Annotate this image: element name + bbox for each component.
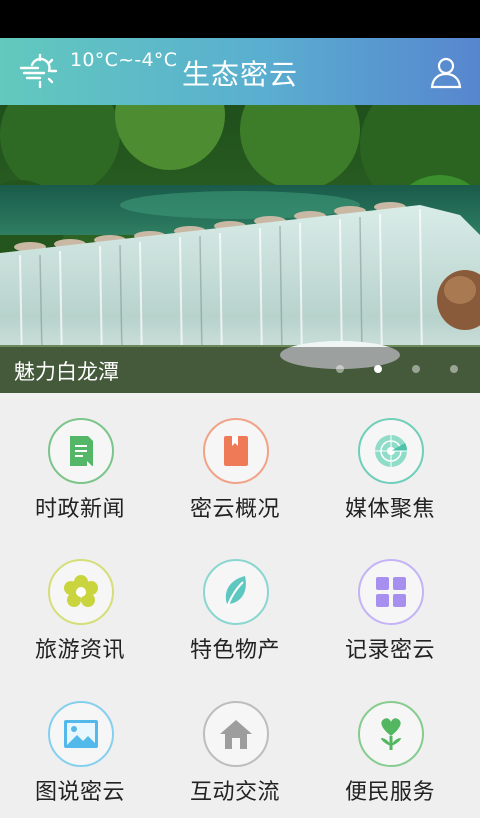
plant-heart-icon <box>381 718 401 750</box>
user-icon[interactable] <box>428 54 464 90</box>
menu-label: 密云概况 <box>189 497 280 522</box>
radar-icon <box>375 435 408 467</box>
menu-label: 旅游资讯 <box>34 638 125 663</box>
menu-label: 便民服务 <box>344 780 435 805</box>
menu-label: 时政新闻 <box>34 497 125 522</box>
menu-item-travel-info[interactable]: 旅游资讯 <box>0 534 160 676</box>
menu-icon-circle <box>203 418 269 484</box>
menu-label: 互动交流 <box>189 780 280 805</box>
menu-label: 图说密云 <box>34 780 125 805</box>
menu-icon-circle <box>203 701 269 767</box>
menu-label: 记录密云 <box>344 638 435 663</box>
book-icon <box>224 436 248 466</box>
menu-icon-circle <box>48 418 114 484</box>
menu-item-record-miyun[interactable]: 记录密云 <box>310 534 470 676</box>
menu-item-media-focus[interactable]: 媒体聚焦 <box>310 393 470 535</box>
menu-icon-circle <box>48 701 114 767</box>
menu-label: 媒体聚焦 <box>344 497 435 522</box>
banner-carousel[interactable]: 魅力白龙潭 <box>0 105 480 393</box>
menu-item-public-service[interactable]: 便民服务 <box>310 676 470 818</box>
menu-item-local-products[interactable]: 特色物产 <box>155 534 315 676</box>
menu-item-miyun-overview[interactable]: 密云概况 <box>155 393 315 535</box>
menu-icon-circle <box>358 559 424 625</box>
menu-grid: 时政新闻 密云概况 媒体聚焦 旅游资讯 特色物产 记录密云 图说密云 互动交流 … <box>0 393 480 805</box>
page-title: 生态密云 <box>181 58 298 91</box>
menu-item-politics-news[interactable]: 时政新闻 <box>0 393 160 535</box>
menu-icon-circle <box>48 559 114 625</box>
menu-icon-circle <box>203 559 269 625</box>
carousel-indicator <box>336 365 458 373</box>
banner-caption-bar: 魅力白龙潭 <box>0 347 480 393</box>
menu-label: 特色物产 <box>189 638 280 663</box>
grid-icon <box>376 577 406 607</box>
menu-item-picture-miyun[interactable]: 图说密云 <box>0 676 160 818</box>
status-bar <box>0 0 480 38</box>
banner-caption: 魅力白龙潭 <box>14 360 119 384</box>
home-icon <box>220 720 252 749</box>
app-header: 10°C~-4°C 生态密云 <box>0 38 480 105</box>
leaf-icon <box>225 576 246 609</box>
menu-icon-circle <box>358 701 424 767</box>
carousel-dot[interactable] <box>336 365 344 373</box>
carousel-dot[interactable] <box>450 365 458 373</box>
menu-icon-circle <box>358 418 424 484</box>
carousel-dot-active[interactable] <box>374 365 382 373</box>
carousel-dot[interactable] <box>412 365 420 373</box>
flower-icon <box>64 575 98 607</box>
menu-item-interaction[interactable]: 互动交流 <box>155 676 315 818</box>
document-icon <box>70 436 93 466</box>
picture-icon <box>64 720 98 748</box>
